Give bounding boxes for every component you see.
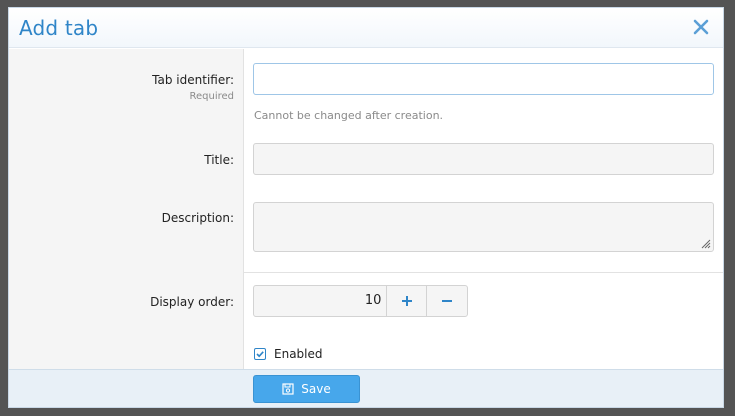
plus-icon — [401, 296, 412, 306]
enabled-row[interactable]: Enabled — [254, 347, 323, 361]
enabled-label: Enabled — [274, 347, 323, 361]
title-input[interactable] — [253, 143, 714, 175]
display-order-label: Display order: — [150, 295, 234, 309]
tab-identifier-label: Tab identifier: — [152, 73, 234, 87]
required-text: Required — [189, 91, 234, 102]
save-icon — [282, 383, 294, 395]
save-label: Save — [301, 382, 331, 396]
add-tab-dialog: Add tab Tab identifier: Required Cannot … — [8, 7, 724, 408]
tab-identifier-input[interactable] — [253, 63, 714, 95]
divider — [244, 272, 723, 273]
minus-icon — [442, 300, 453, 302]
title-label: Title: — [204, 153, 234, 167]
check-icon — [256, 351, 264, 358]
description-label: Description: — [161, 211, 234, 225]
dialog-body: Tab identifier: Required Cannot be chang… — [9, 49, 723, 369]
close-icon[interactable] — [691, 17, 711, 37]
dialog-title: Add tab — [19, 16, 99, 40]
decrement-button[interactable] — [427, 286, 467, 316]
enabled-checkbox[interactable] — [254, 348, 266, 360]
display-order-value[interactable]: 10 — [254, 286, 388, 316]
display-order-stepper: 10 — [253, 285, 468, 317]
save-button[interactable]: Save — [253, 375, 360, 403]
dialog-footer: Save — [9, 369, 723, 407]
description-textarea[interactable] — [253, 202, 714, 252]
increment-button[interactable] — [387, 286, 428, 316]
resize-handle-icon[interactable] — [699, 237, 711, 249]
dialog-header: Add tab — [9, 8, 723, 48]
tab-identifier-hint: Cannot be changed after creation. — [254, 109, 444, 122]
